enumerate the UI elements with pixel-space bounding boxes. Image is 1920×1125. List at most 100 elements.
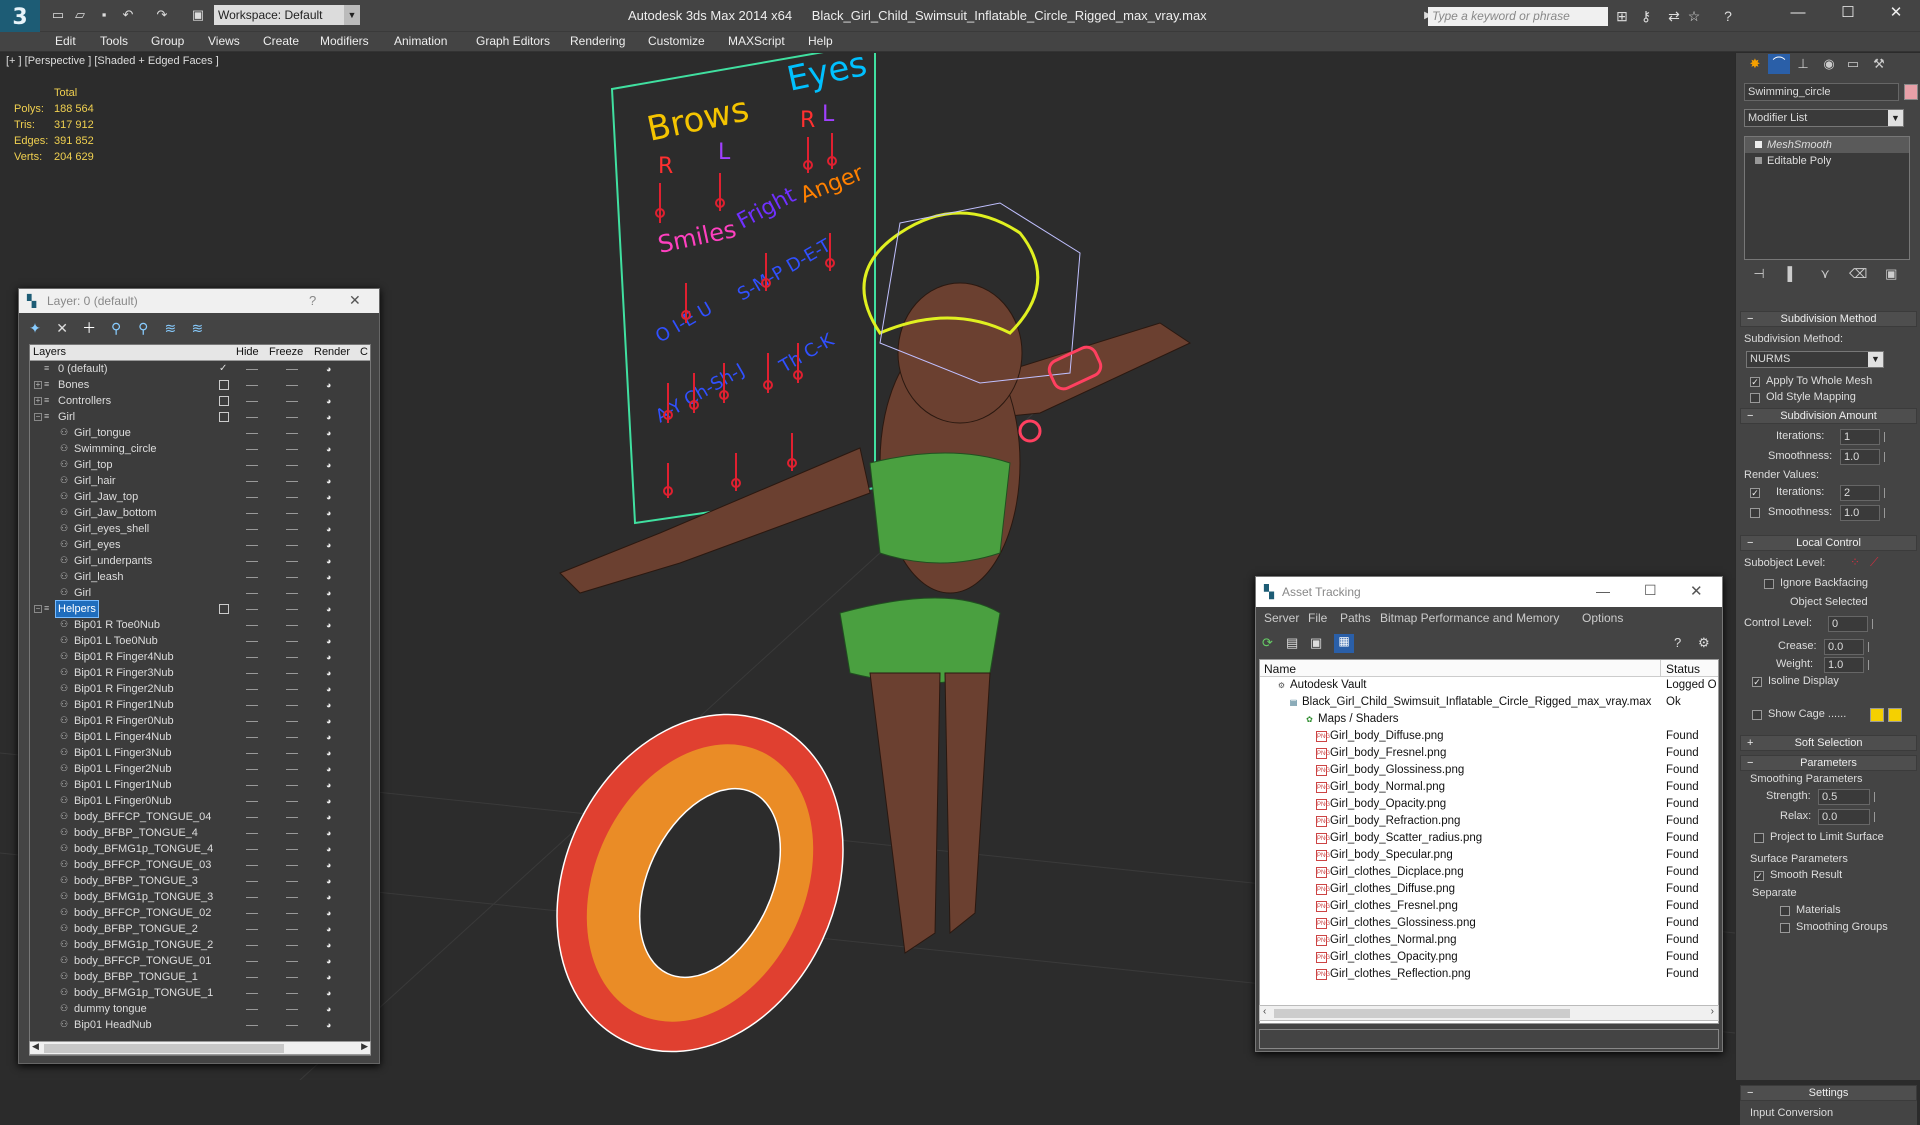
- freeze-toggle[interactable]: [286, 545, 298, 546]
- hide-toggle[interactable]: [246, 657, 258, 658]
- freeze-toggle[interactable]: [286, 753, 298, 754]
- render-teapot-icon[interactable]: ◕: [326, 684, 331, 694]
- facial-control-board[interactable]: Brows Eyes R L R L Smiles Fright Anger O…: [610, 53, 876, 525]
- render-teapot-icon[interactable]: ◕: [326, 460, 331, 470]
- object-row[interactable]: ⚇ Bip01 R Finger2Nub ◕: [30, 681, 370, 697]
- asset-menu-file[interactable]: File: [1308, 611, 1327, 625]
- expand-toggle-icon[interactable]: +: [34, 397, 42, 405]
- list-view-icon[interactable]: ▤: [1286, 635, 1298, 651]
- pin-stack-icon[interactable]: ⊣: [1744, 266, 1774, 282]
- freeze-toggle[interactable]: [286, 977, 298, 978]
- freeze-toggle[interactable]: [286, 689, 298, 690]
- rollout-header[interactable]: − Parameters: [1740, 755, 1917, 771]
- render-teapot-icon[interactable]: ◕: [326, 652, 331, 662]
- expand-toggle-icon[interactable]: −: [34, 413, 42, 421]
- freeze-toggle[interactable]: [286, 769, 298, 770]
- hide-toggle[interactable]: [246, 385, 258, 386]
- render-teapot-icon[interactable]: ◕: [326, 668, 331, 678]
- col-color[interactable]: C: [360, 346, 368, 358]
- control-level-spinner[interactable]: 0: [1828, 616, 1873, 632]
- project-limit-surface-checkbox[interactable]: [1754, 833, 1764, 843]
- object-row[interactable]: ⚇ body_BFBP_TONGUE_1 ◕: [30, 969, 370, 985]
- current-layer-box[interactable]: [219, 380, 229, 390]
- save-icon[interactable]: ▪: [94, 5, 114, 25]
- object-row[interactable]: ⚇ Bip01 L Finger3Nub ◕: [30, 745, 370, 761]
- object-row[interactable]: ⚇ body_BFMG1p_TONGUE_4 ◕: [30, 841, 370, 857]
- asset-row[interactable]: PNG Girl_clothes_Normal.png Found: [1260, 932, 1718, 949]
- apply-whole-mesh-checkbox[interactable]: ✓: [1750, 377, 1760, 387]
- rollout-header[interactable]: − Local Control: [1740, 535, 1917, 551]
- render-teapot-icon[interactable]: ◕: [326, 1004, 331, 1014]
- configure-sets-icon[interactable]: ▣: [1876, 266, 1906, 282]
- render-teapot-icon[interactable]: ◕: [326, 908, 331, 918]
- freeze-toggle[interactable]: [286, 673, 298, 674]
- render-teapot-icon[interactable]: ◕: [326, 924, 331, 934]
- edge-level-icon[interactable]: ⟋: [1870, 555, 1878, 570]
- menu-edit[interactable]: Edit: [55, 34, 76, 48]
- freeze-toggle[interactable]: [286, 865, 298, 866]
- separate-smoothing-groups-checkbox[interactable]: [1780, 923, 1790, 933]
- hide-toggle[interactable]: [246, 545, 258, 546]
- asset-row[interactable]: PNG Girl_body_Scatter_radius.png Found: [1260, 830, 1718, 847]
- modify-tab-icon[interactable]: ⌒: [1768, 54, 1790, 74]
- object-row[interactable]: ⚇ Girl_tongue ◕: [30, 425, 370, 441]
- render-teapot-icon[interactable]: ◕: [326, 396, 331, 406]
- hide-toggle[interactable]: [246, 577, 258, 578]
- object-row[interactable]: ⚇ body_BFBP_TONGUE_3 ◕: [30, 873, 370, 889]
- menu-modifiers[interactable]: Modifiers: [320, 34, 369, 48]
- render-iterations-checkbox[interactable]: ✓: [1750, 488, 1760, 498]
- new-layer-icon[interactable]: ✦: [23, 317, 47, 339]
- object-row[interactable]: ⚇ body_BFBP_TONGUE_4 ◕: [30, 825, 370, 841]
- hide-toggle[interactable]: [246, 465, 258, 466]
- asset-row[interactable]: PNG Girl_clothes_Fresnel.png Found: [1260, 898, 1718, 915]
- freeze-toggle[interactable]: [286, 401, 298, 402]
- help-icon[interactable]: ?: [1674, 635, 1681, 650]
- object-row[interactable]: ⚇ dummy tongue ◕: [30, 1001, 370, 1017]
- layer-row[interactable]: ≡ 0 (default) ✓ ◕: [30, 361, 370, 377]
- menu-tools[interactable]: Tools: [100, 34, 128, 48]
- asset-row[interactable]: PNG Girl_clothes_Opacity.png Found: [1260, 949, 1718, 966]
- col-layers[interactable]: Layers: [33, 346, 66, 358]
- freeze-toggle[interactable]: [286, 1025, 298, 1026]
- freeze-toggle[interactable]: [286, 1009, 298, 1010]
- swimming-circle-mesh[interactable]: [504, 667, 897, 1080]
- key-icon[interactable]: ⚷: [1636, 7, 1656, 25]
- rollout-header[interactable]: + Soft Selection: [1740, 735, 1917, 751]
- object-row[interactable]: ⚇ Girl_hair ◕: [30, 473, 370, 489]
- layer-row[interactable]: + ≡ Bones ◕: [30, 377, 370, 393]
- hide-toggle[interactable]: [246, 721, 258, 722]
- render-teapot-icon[interactable]: ◕: [326, 764, 331, 774]
- remove-modifier-icon[interactable]: ⌫: [1843, 266, 1873, 282]
- object-row[interactable]: ⚇ Girl_leash ◕: [30, 569, 370, 585]
- freeze-toggle[interactable]: [286, 657, 298, 658]
- render-teapot-icon[interactable]: ◕: [326, 1020, 331, 1030]
- scroll-left-icon[interactable]: ‹: [1263, 1006, 1266, 1017]
- col-hide[interactable]: Hide: [236, 346, 259, 358]
- create-tab-icon[interactable]: ✸: [1744, 54, 1766, 74]
- crease-spinner[interactable]: 0.0: [1824, 639, 1869, 655]
- hide-toggle[interactable]: [246, 929, 258, 930]
- render-teapot-icon[interactable]: ◕: [326, 620, 331, 630]
- ignore-backfacing-checkbox[interactable]: [1764, 579, 1774, 589]
- object-row[interactable]: ⚇ Bip01 L Finger4Nub ◕: [30, 729, 370, 745]
- hide-toggle[interactable]: [246, 705, 258, 706]
- hide-toggle[interactable]: [246, 689, 258, 690]
- scroll-right-icon[interactable]: ›: [1711, 1006, 1714, 1017]
- asset-menu-server[interactable]: Server: [1264, 611, 1299, 625]
- render-teapot-icon[interactable]: ◕: [326, 380, 331, 390]
- smoothness-spinner[interactable]: 1.0: [1840, 449, 1885, 465]
- hide-toggle[interactable]: [246, 1009, 258, 1010]
- hide-toggle[interactable]: [246, 961, 258, 962]
- render-teapot-icon[interactable]: ◕: [326, 524, 331, 534]
- favorites-star-icon[interactable]: ☆: [1684, 7, 1704, 25]
- freeze-toggle[interactable]: [286, 609, 298, 610]
- object-row[interactable]: ⚇ Bip01 L Finger1Nub ◕: [30, 777, 370, 793]
- hide-toggle[interactable]: [246, 417, 258, 418]
- freeze-toggle[interactable]: [286, 945, 298, 946]
- new-file-icon[interactable]: ▭: [48, 5, 68, 25]
- close-icon[interactable]: ✕: [1690, 582, 1703, 600]
- object-row[interactable]: ⚇ Girl ◕: [30, 585, 370, 601]
- object-row[interactable]: ⚇ Bip01 R Finger0Nub ◕: [30, 713, 370, 729]
- object-row[interactable]: ⚇ body_BFMG1p_TONGUE_2 ◕: [30, 937, 370, 953]
- freeze-toggle[interactable]: [286, 433, 298, 434]
